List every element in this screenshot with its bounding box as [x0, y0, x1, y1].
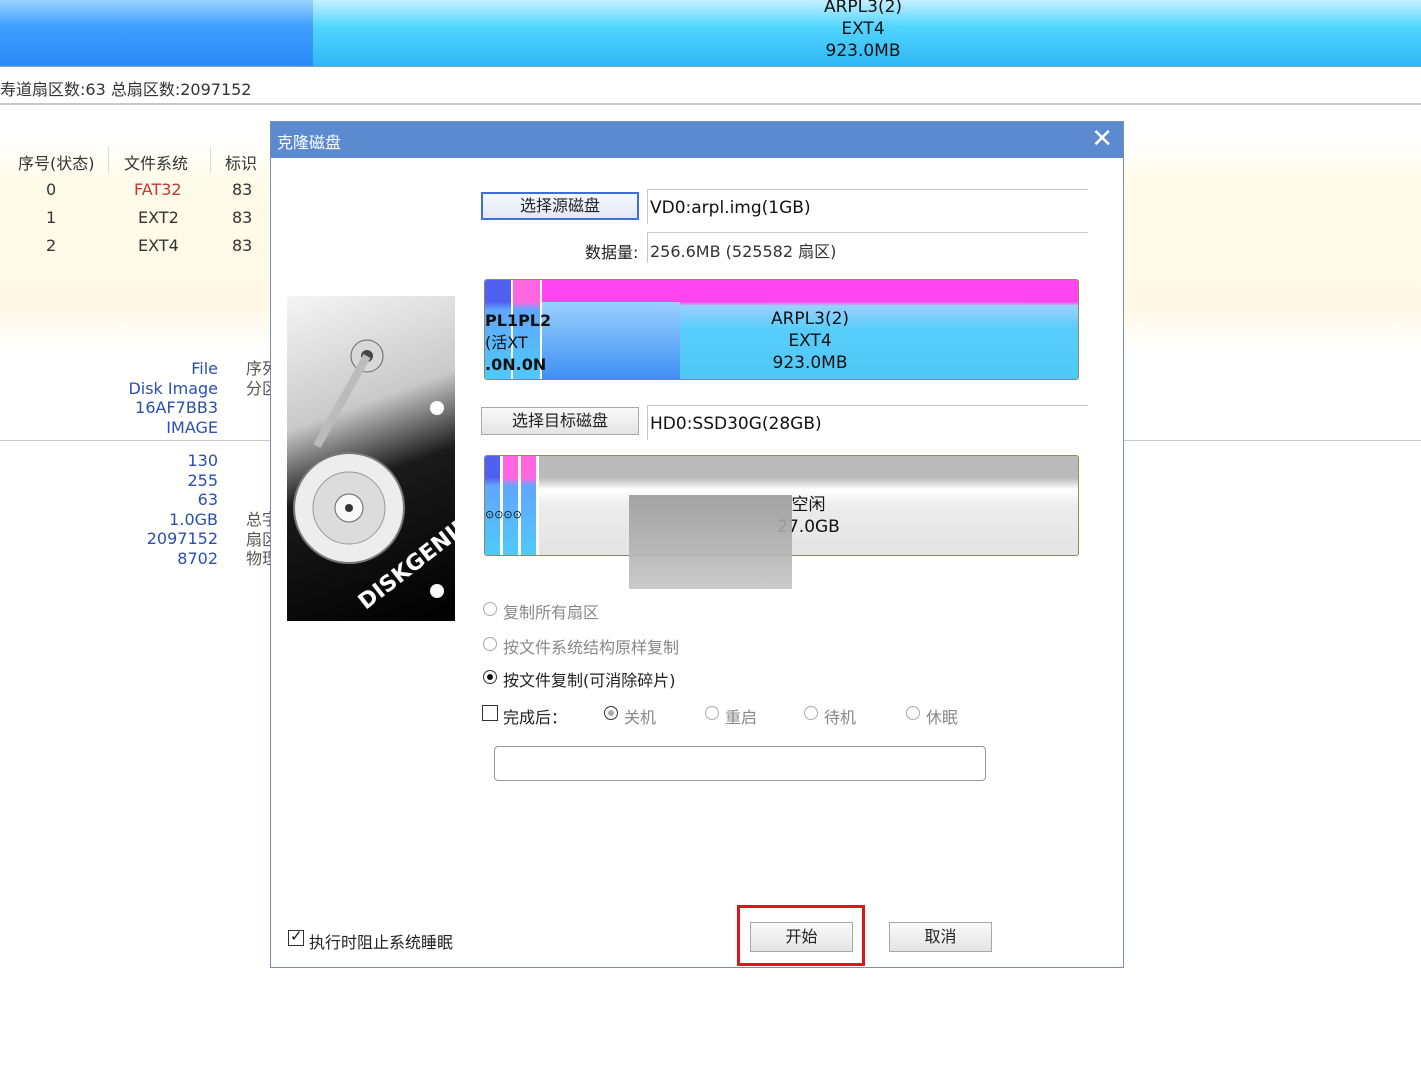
after-standby-radio[interactable] — [804, 706, 818, 720]
after-complete-checkbox[interactable] — [482, 705, 498, 721]
target-disk-value: HD0:SSD30G(28GB) — [650, 414, 822, 434]
row0-fs[interactable]: FAT32 — [134, 180, 182, 199]
source-disk-value: VD0:arpl.img(1GB) — [650, 198, 811, 218]
row2-fs[interactable]: EXT4 — [138, 236, 179, 255]
source-small-labels-3: .0N.0N — [485, 354, 546, 376]
after-restart-radio[interactable] — [705, 706, 719, 720]
data-amount-label: 数据量: — [585, 243, 639, 262]
row1-index[interactable]: 1 — [46, 208, 56, 227]
cancel-button[interactable]: 取消 — [889, 922, 992, 952]
source-main-fs: EXT4 — [788, 331, 832, 351]
option-copy-files-label[interactable]: 按文件复制(可消除碎片) — [503, 667, 676, 691]
row2-id[interactable]: 83 — [232, 236, 252, 255]
check-icon: ✓ — [290, 927, 303, 945]
target-free-label: 空闲 — [791, 495, 826, 515]
source-main-name: ARPL3(2) — [770, 309, 850, 329]
after-complete-label: 完成后： — [503, 708, 568, 727]
row1-id[interactable]: 83 — [232, 208, 252, 227]
target-part-markers: ⊙⊙⊙⊙ — [485, 508, 522, 521]
option-copy-files-radio[interactable] — [483, 670, 497, 684]
col-header-index[interactable]: 序号(状态) — [18, 150, 95, 174]
hard-disk-illustration: DISKGENIUS — [287, 296, 455, 621]
row0-index[interactable]: 0 — [46, 180, 56, 199]
option-copy-structure-label[interactable]: 按文件系统结构原样复制 — [503, 634, 679, 658]
disk-info-total-sectors: 2097152 — [146, 529, 218, 548]
after-hibernate-radio[interactable] — [906, 706, 920, 720]
disk-info-interface: File — [191, 359, 218, 378]
divider — [0, 103, 1421, 105]
target-part-3[interactable] — [521, 456, 536, 555]
hard-disk-graphic: DISKGENIUS — [293, 339, 455, 615]
top-disk-labels: ARPL3(2) EXT4 923.0MB — [313, 0, 1413, 62]
source-part-2-line: XT — [507, 333, 528, 352]
prevent-sleep-checkbox[interactable]: ✓ — [288, 927, 304, 946]
col-separator — [108, 146, 109, 174]
row2-index[interactable]: 2 — [46, 236, 56, 255]
disk-info-capacity: 1.0GB — [169, 509, 218, 529]
source-main-size: 923.0MB — [772, 353, 848, 373]
source-disk-field[interactable]: VD0:arpl.img(1GB) — [647, 189, 1088, 224]
source-part-1-label: PL1 — [485, 311, 519, 330]
redacted-overlay — [629, 495, 792, 589]
row0-id[interactable]: 83 — [232, 180, 252, 199]
top-disk-name: ARPL3(2) — [823, 0, 903, 17]
col-header-id[interactable]: 标识 — [225, 150, 257, 174]
top-disk-bar[interactable]: ARPL3(2) EXT4 923.0MB — [0, 0, 1421, 67]
after-restart-label[interactable]: 重启 — [725, 704, 757, 728]
top-disk-left-segment[interactable] — [0, 0, 313, 66]
disk-info-block-a: File Disk Image 16AF7BB3 IMAGE — [60, 359, 218, 437]
source-main-labels: ARPL3(2) EXT4 923.0MB — [542, 308, 1078, 374]
disk-info-serial: 16AF7BB3 — [135, 398, 218, 417]
dialog-title: 克隆磁盘 — [277, 133, 342, 152]
after-shutdown-radio[interactable] — [604, 706, 618, 720]
target-disk-field[interactable]: HD0:SSD30G(28GB) — [647, 405, 1088, 440]
disk-info-sectors: 63 — [197, 490, 218, 509]
prevent-sleep-label[interactable]: 执行时阻止系统睡眠 — [309, 929, 453, 953]
data-amount-field: 256.6MB (525582 扇区) — [647, 232, 1088, 263]
select-source-disk-button[interactable]: 选择源磁盘 — [481, 192, 639, 220]
target-free-size: 27.0GB — [777, 517, 840, 537]
top-disk-fs: EXT4 — [841, 19, 885, 39]
dialog-titlebar[interactable]: 克隆磁盘 ✕ — [271, 122, 1123, 158]
disk-info-model: Disk Image — [128, 378, 218, 398]
col-separator — [210, 146, 211, 174]
clone-disk-dialog: 克隆磁盘 ✕ DISKGENIUS 选择源磁盘 VD0:arpl.img(1GB… — [270, 121, 1124, 968]
top-disk-size: 923.0MB — [825, 41, 901, 61]
row1-fs[interactable]: EXT2 — [138, 208, 179, 227]
after-hibernate-label[interactable]: 休眠 — [926, 704, 958, 728]
option-copy-structure-radio[interactable] — [483, 637, 497, 651]
after-shutdown-label[interactable]: 关机 — [624, 704, 656, 728]
disk-geometry-info: 寿道扇区数:63 总扇区数:2097152 — [0, 80, 252, 99]
source-part-1-size: .0N — [485, 355, 516, 374]
source-part-1-line: (活 — [485, 333, 508, 352]
disk-info-cylinders: 130 — [187, 451, 218, 470]
data-amount-value: 256.6MB (525582 扇区) — [650, 242, 837, 261]
source-small-labels-2: (活XT — [485, 332, 528, 354]
target-free-labels: 空闲 27.0GB — [539, 494, 1078, 538]
disk-info-heads: 255 — [187, 470, 218, 490]
target-part-2[interactable] — [503, 456, 518, 555]
option-copy-all-sectors-label[interactable]: 复制所有扇区 — [503, 599, 599, 623]
source-disk-map[interactable]: PL1PL2 (活XT .0N.0N ARPL3(2) EXT4 923.0MB — [484, 279, 1079, 380]
disk-info-block-b: 130 255 63 1.0GB 2097152 8702 — [60, 451, 218, 568]
option-copy-all-sectors-radio[interactable] — [483, 602, 497, 616]
select-target-disk-button[interactable]: 选择目标磁盘 — [481, 407, 639, 435]
after-standby-label[interactable]: 待机 — [824, 704, 856, 728]
progress-field — [494, 746, 986, 781]
close-icon[interactable]: ✕ — [1091, 124, 1113, 154]
target-part-1[interactable] — [485, 456, 500, 555]
start-button[interactable]: 开始 — [750, 922, 853, 952]
col-header-fs[interactable]: 文件系统 — [124, 150, 188, 174]
disk-info-type: IMAGE — [166, 417, 218, 437]
disk-info-extra: 8702 — [177, 548, 218, 568]
